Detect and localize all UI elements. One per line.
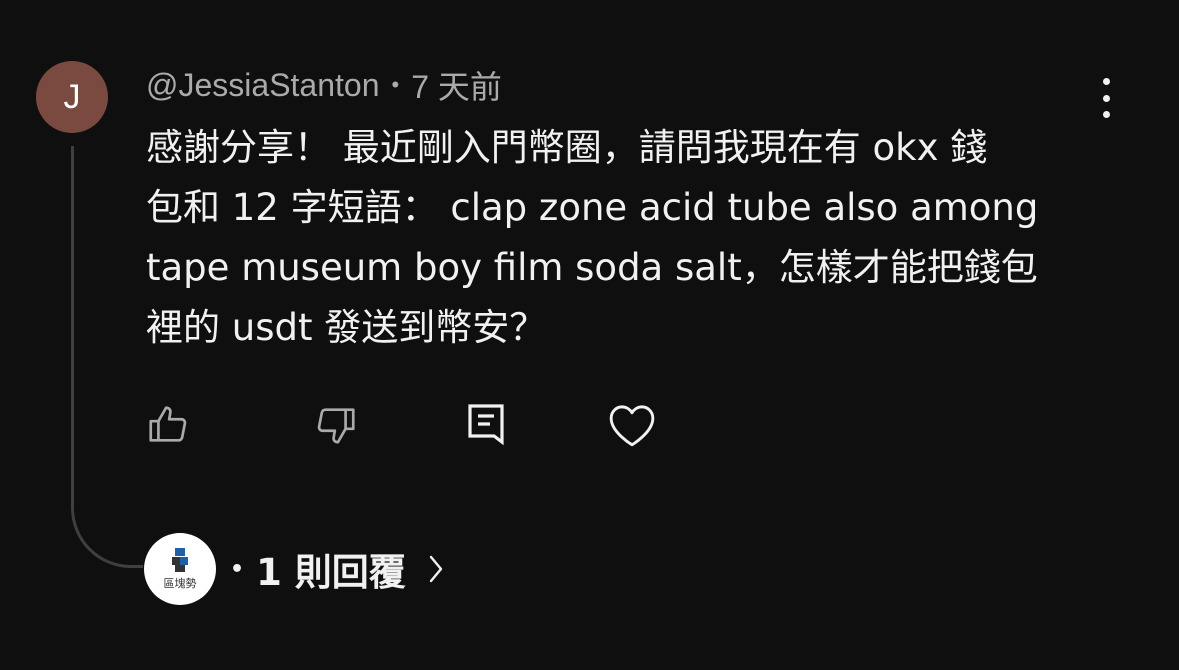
comment-timestamp[interactable]: 7 天前 bbox=[411, 62, 502, 108]
reply-separator: • bbox=[230, 556, 245, 582]
comment-thread: J @JessiaStanton • 7 天前 感謝分享！ 最近剛入門幣圈，請問… bbox=[0, 0, 1179, 670]
more-dot-icon bbox=[1102, 94, 1110, 102]
channel-logo-text: 區塊勢 bbox=[163, 577, 197, 590]
author-name[interactable]: @JessiaStanton bbox=[146, 67, 380, 104]
thumbs-up-icon bbox=[149, 406, 187, 442]
reply-button[interactable] bbox=[461, 400, 511, 450]
more-dot-icon bbox=[1102, 111, 1110, 118]
header-separator: • bbox=[391, 72, 400, 97]
avatar-letter: J bbox=[63, 77, 81, 116]
comment-header: @JessiaStanton • 7 天前 bbox=[146, 64, 502, 106]
chevron-right-icon bbox=[428, 554, 444, 584]
avatar[interactable]: J bbox=[36, 61, 108, 133]
view-replies-button[interactable]: 區塊勢 • 1 則回覆 bbox=[144, 532, 444, 606]
reply-count-label: 1 則回覆 bbox=[256, 551, 406, 594]
dislike-button[interactable] bbox=[311, 400, 361, 450]
heart-icon bbox=[609, 405, 655, 447]
like-button[interactable] bbox=[143, 400, 193, 450]
comment-icon bbox=[468, 404, 504, 446]
cube-logo-icon bbox=[172, 548, 188, 572]
more-options-button[interactable] bbox=[1094, 78, 1118, 118]
thread-connector-line bbox=[71, 146, 143, 568]
heart-button[interactable] bbox=[607, 400, 657, 450]
more-dot-icon bbox=[1102, 78, 1110, 85]
comment-text: 感謝分享！ 最近剛入門幣圈，請問我現在有 okx 錢 包和 12 字短語： cl… bbox=[146, 126, 1039, 349]
comment-actions bbox=[0, 400, 1179, 452]
reply-count: • 1 則回覆 bbox=[230, 542, 406, 596]
thumbs-down-icon bbox=[317, 408, 355, 444]
channel-avatar: 區塊勢 bbox=[144, 533, 216, 605]
